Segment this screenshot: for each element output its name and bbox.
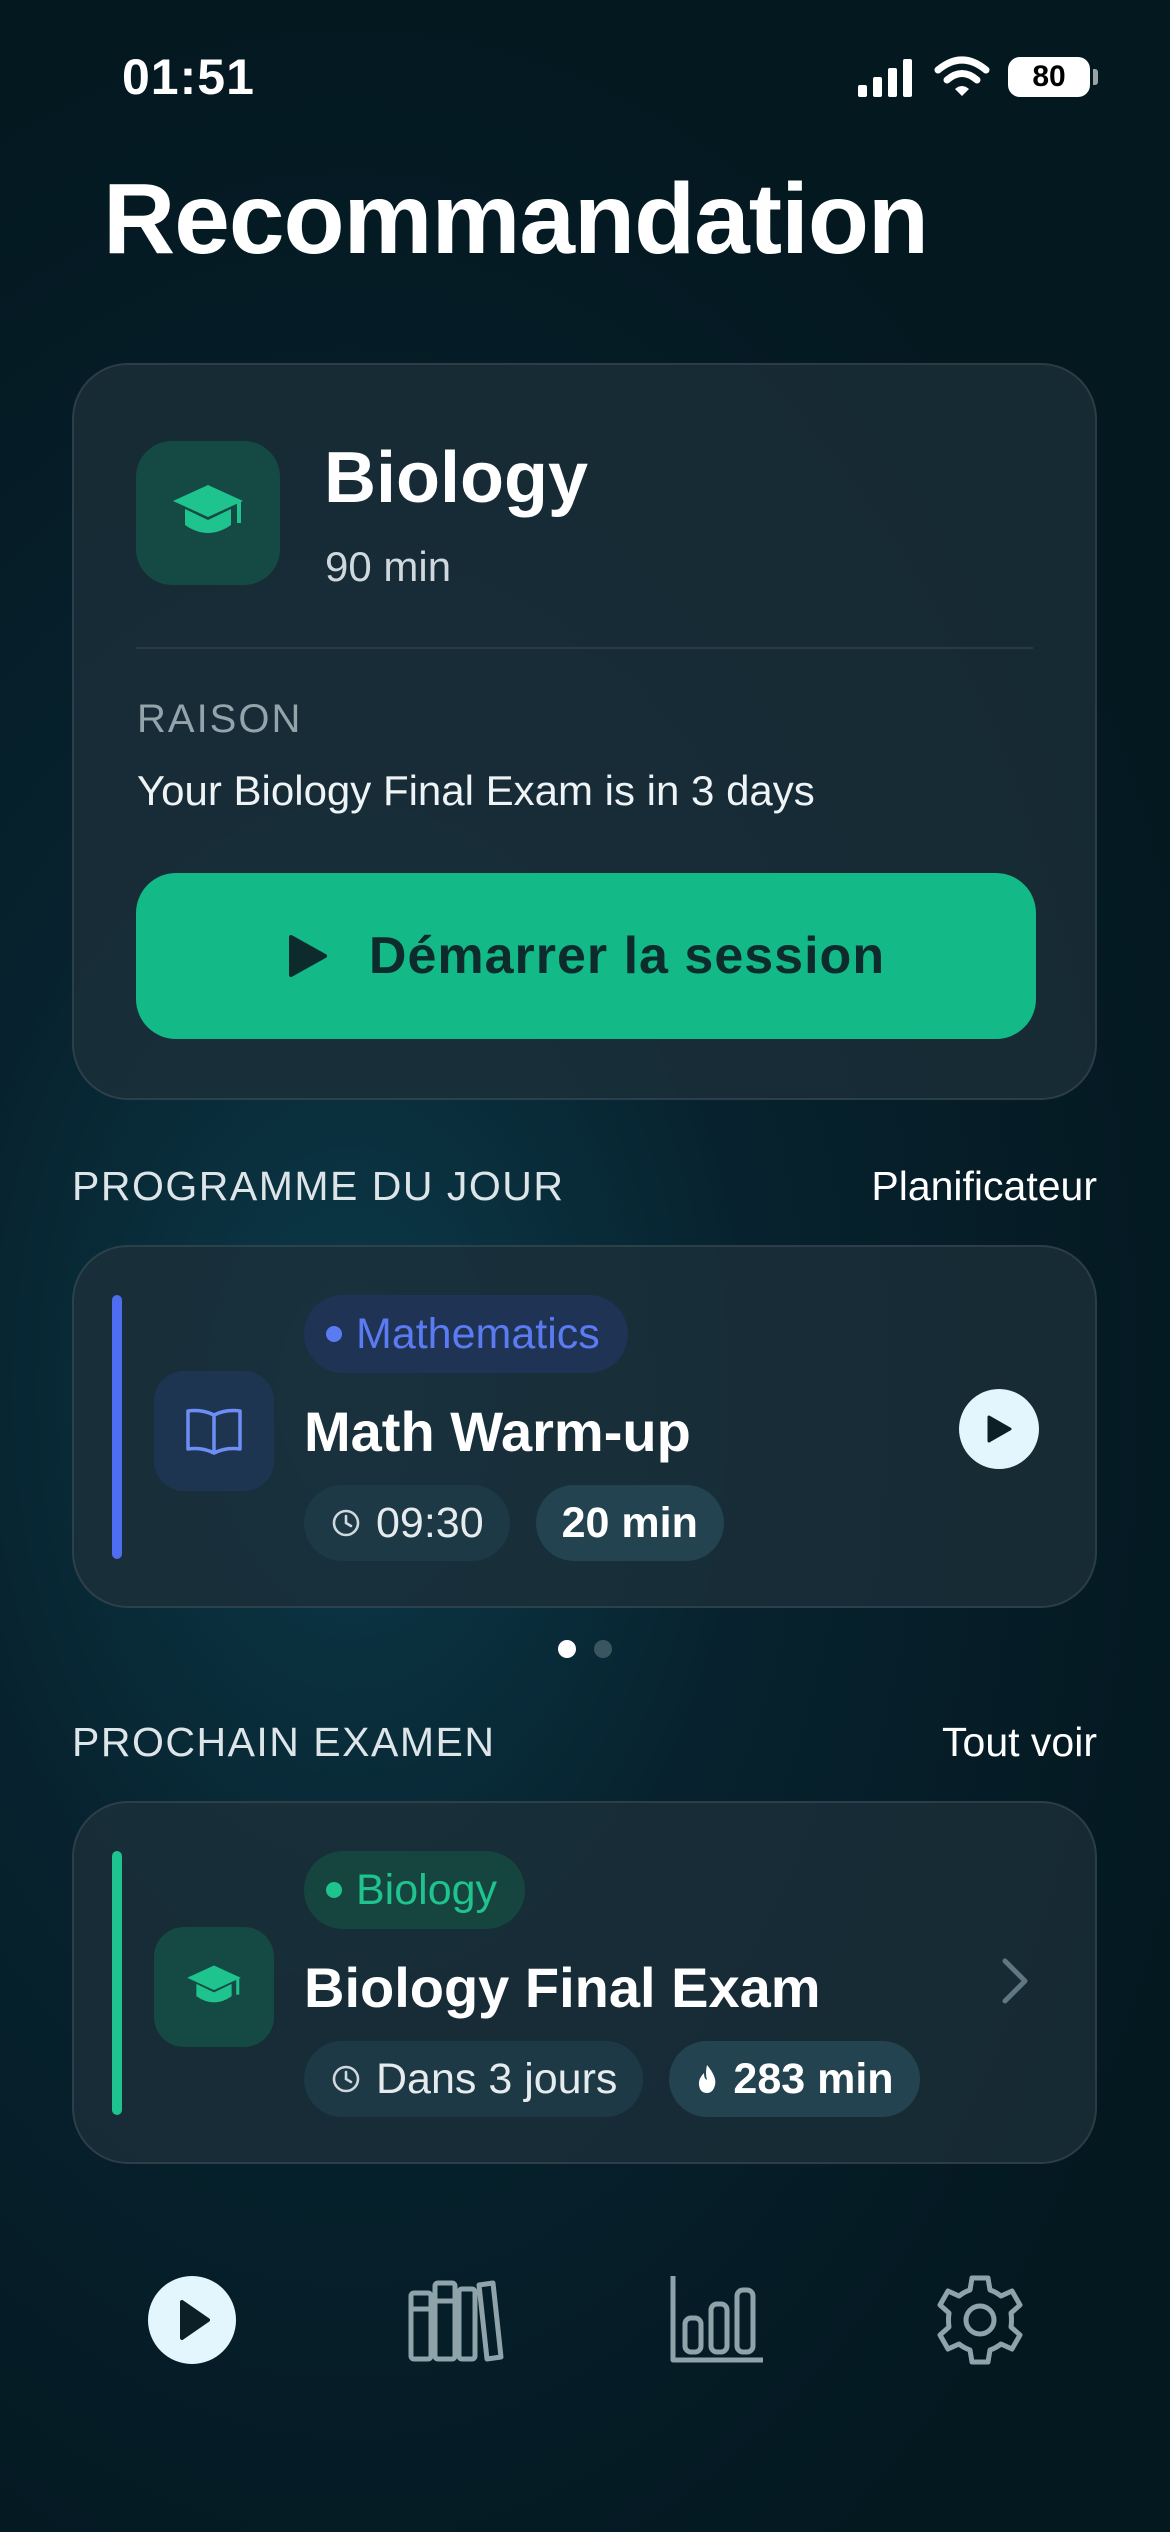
today-session-card[interactable]: Mathematics Math Warm-up 09:30 20 min xyxy=(72,1245,1097,1608)
exam-icon-box xyxy=(154,1927,274,2047)
start-session-label: Démarrer la session xyxy=(368,927,886,985)
flame-icon xyxy=(699,2065,716,2093)
play-session-button[interactable] xyxy=(959,1389,1039,1469)
exam-minutes: 283 min xyxy=(733,2054,894,2103)
pager-dot-active[interactable] xyxy=(558,1640,576,1658)
exam-countdown: Dans 3 jours xyxy=(376,2054,618,2103)
clock-icon xyxy=(332,1509,360,1537)
play-icon xyxy=(288,935,327,977)
graduation-cap-icon xyxy=(187,1965,241,2003)
nav-stats[interactable] xyxy=(652,2255,782,2385)
session-title: Math Warm-up xyxy=(304,1400,691,1463)
battery-indicator: 80 xyxy=(1008,57,1098,97)
bottom-navigation xyxy=(0,2255,1170,2385)
library-icon xyxy=(408,2280,504,2362)
subject-tag: Biology xyxy=(304,1851,526,1929)
battery-level: 80 xyxy=(1032,60,1066,93)
nav-play[interactable] xyxy=(127,2255,257,2385)
exam-card[interactable]: Biology Biology Final Exam Dans 3 jours … xyxy=(72,1801,1097,2164)
graduation-cap-icon xyxy=(173,485,243,533)
session-chips: 09:30 20 min xyxy=(304,1485,724,1561)
see-all-link[interactable]: Tout voir xyxy=(942,1719,1097,1766)
exam-section-title: PROCHAIN EXAMEN xyxy=(72,1719,496,1765)
play-icon xyxy=(148,2276,236,2364)
session-time: 09:30 xyxy=(376,1498,484,1547)
reason-text: Your Biology Final Exam is in 3 days xyxy=(137,767,815,814)
signal-icon xyxy=(858,59,912,97)
time-chip: 09:30 xyxy=(304,1485,510,1561)
tag-dot xyxy=(326,1882,342,1898)
minutes-chip: 283 min xyxy=(669,2041,920,2117)
wifi-icon xyxy=(934,56,990,96)
accent-bar xyxy=(112,1295,122,1559)
play-icon xyxy=(987,1415,1012,1443)
reason-label: RAISON xyxy=(137,697,303,741)
planner-link[interactable]: Planificateur xyxy=(871,1163,1097,1210)
settings-icon xyxy=(937,2275,1023,2365)
recommended-duration: 90 min xyxy=(325,543,452,590)
session-icon-box xyxy=(154,1371,274,1491)
subject-tag-label: Mathematics xyxy=(356,1309,600,1358)
divider xyxy=(136,647,1033,649)
tag-dot xyxy=(326,1326,342,1342)
accent-bar xyxy=(112,1851,122,2115)
today-section-title: PROGRAMME DU JOUR xyxy=(72,1163,565,1209)
subject-tag-label: Biology xyxy=(356,1865,498,1914)
nav-settings[interactable] xyxy=(915,2255,1045,2385)
duration-chip: 20 min xyxy=(535,1485,724,1561)
page-title: Recommandation xyxy=(103,163,929,275)
subject-icon-box xyxy=(136,441,280,585)
pager-dot[interactable] xyxy=(594,1640,612,1658)
book-icon xyxy=(186,1408,242,1455)
status-time: 01:51 xyxy=(122,49,255,105)
stats-icon xyxy=(670,2276,763,2363)
clock-icon xyxy=(332,2065,360,2093)
exam-title: Biology Final Exam xyxy=(304,1956,821,2019)
chevron-right-icon xyxy=(1002,1958,1028,2004)
session-duration: 20 min xyxy=(561,1498,698,1547)
start-session-button[interactable]: Démarrer la session xyxy=(136,873,1036,1039)
subject-tag: Mathematics xyxy=(304,1295,628,1373)
status-bar: 01:51 80 xyxy=(0,0,1170,150)
status-icons: 80 xyxy=(856,56,1098,98)
recommendation-card: Biology 90 min RAISON Your Biology Final… xyxy=(72,363,1097,1100)
countdown-chip: Dans 3 jours xyxy=(304,2041,644,2117)
nav-library[interactable] xyxy=(390,2255,520,2385)
exam-chips: Dans 3 jours 283 min xyxy=(304,2041,920,2117)
pager-dots xyxy=(0,1640,1170,1658)
recommended-subject: Biology xyxy=(324,438,588,518)
